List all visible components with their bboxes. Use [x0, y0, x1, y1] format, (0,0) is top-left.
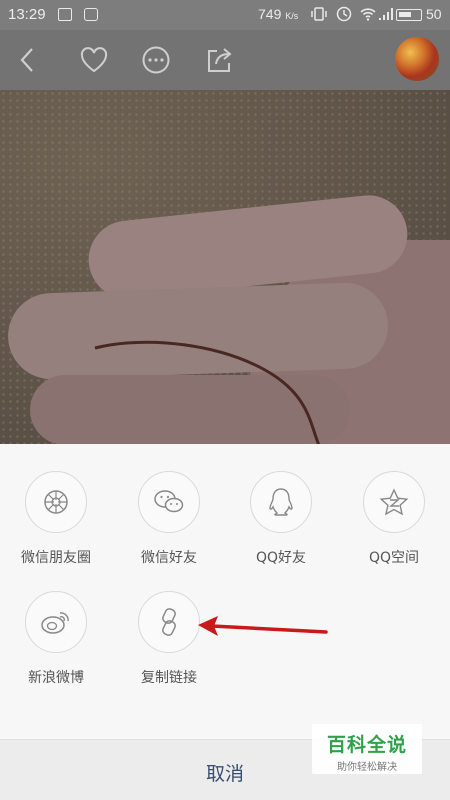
- share-qzone[interactable]: QQ空间: [339, 471, 449, 567]
- link-icon: [162, 608, 176, 636]
- heart-icon[interactable]: [78, 44, 110, 76]
- mail-icon: [58, 8, 72, 21]
- wechat-icon: [154, 490, 184, 513]
- hair-strand: [94, 340, 321, 444]
- vibrate-icon: [311, 7, 327, 21]
- share-weibo[interactable]: 新浪微博: [1, 591, 111, 687]
- share-label: 微信好友: [141, 550, 197, 566]
- battery-icon: [396, 9, 422, 21]
- share-circle[interactable]: [250, 471, 312, 533]
- share-circle[interactable]: [25, 591, 87, 653]
- share-label: 复制链接: [141, 670, 197, 686]
- content-photo: [0, 90, 450, 444]
- qq-icon: [269, 488, 293, 516]
- share-wechat-moments[interactable]: 微信朋友圈: [1, 471, 111, 567]
- share-qq-friends[interactable]: QQ好友: [226, 471, 336, 567]
- share-label: 微信朋友圈: [21, 550, 91, 566]
- status-time: 13:29: [8, 6, 46, 23]
- avatar[interactable]: [395, 37, 439, 81]
- status-bar: 13:29 749 K/s 50: [0, 0, 450, 30]
- notification-icon: [84, 8, 98, 21]
- top-toolbar: [0, 30, 450, 90]
- network-speed: 749 K/s: [258, 6, 299, 22]
- back-icon[interactable]: [12, 44, 44, 76]
- signal-icon: [379, 8, 393, 20]
- wechat-moments-icon: [44, 490, 68, 514]
- share-circle[interactable]: [138, 471, 200, 533]
- share-circle[interactable]: [363, 471, 425, 533]
- alarm-icon: [336, 6, 352, 22]
- more-icon[interactable]: [140, 44, 172, 76]
- share-icon[interactable]: [203, 44, 235, 76]
- watermark-logo: 百科全说 助你轻松解决: [312, 724, 422, 774]
- share-label: QQ好友: [255, 550, 307, 566]
- share-label: QQ空间: [368, 550, 420, 566]
- share-label: 新浪微博: [28, 670, 84, 686]
- wifi-icon: [360, 8, 376, 21]
- qzone-icon: [379, 488, 409, 516]
- share-wechat-friends[interactable]: 微信好友: [114, 471, 224, 567]
- watermark-title: 百科全说: [326, 734, 407, 756]
- battery-level: 50: [426, 6, 442, 22]
- share-circle[interactable]: [25, 471, 87, 533]
- share-sheet: 微信朋友圈 微信好友 QQ好友 QQ空间 新浪微博 复制链接: [0, 444, 450, 739]
- watermark-subtitle: 助你轻松解决: [337, 762, 397, 773]
- weibo-icon: [41, 612, 69, 634]
- annotation-arrow: [198, 616, 328, 636]
